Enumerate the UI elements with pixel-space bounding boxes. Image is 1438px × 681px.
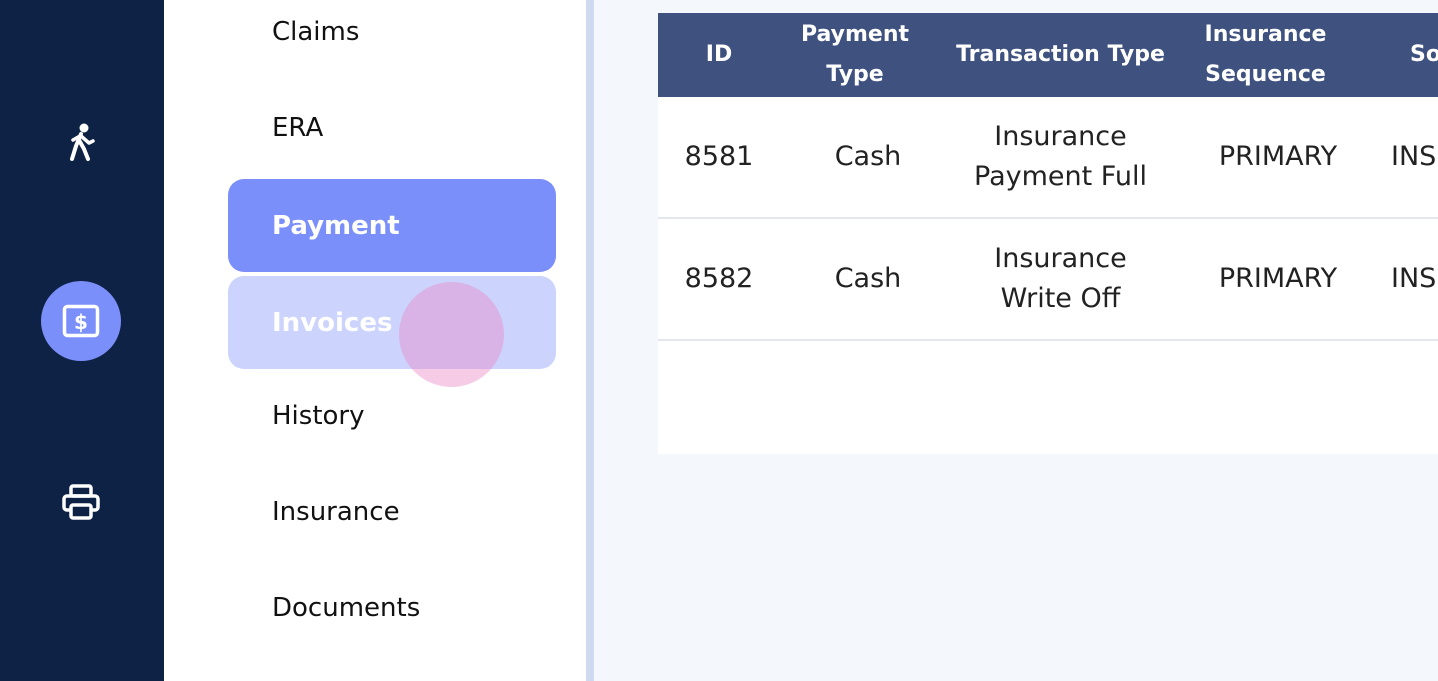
panel-divider <box>586 0 594 681</box>
menu-item-insurance[interactable]: Insurance <box>228 465 556 558</box>
printer-icon <box>62 484 100 520</box>
cell-insurance-sequence: PRIMARY <box>1218 141 1338 172</box>
cell-id: 8582 <box>684 263 754 294</box>
cell-source: INSU <box>1391 263 1438 294</box>
table-header: ID Payment Type Transaction Type Insuran… <box>658 13 1438 97</box>
menu-item-label: Claims <box>272 16 360 47</box>
cell-payment-type: Cash <box>834 141 902 172</box>
walking-person-icon <box>70 123 95 161</box>
menu-item-label: ERA <box>272 112 324 143</box>
cell-insurance-sequence: PRIMARY <box>1218 263 1338 294</box>
svg-text:$: $ <box>74 310 88 334</box>
column-header-id[interactable]: ID <box>658 13 780 97</box>
menu-item-claims[interactable]: Claims <box>228 0 556 78</box>
menu-item-label: History <box>272 400 365 431</box>
cell-id: 8581 <box>684 141 754 172</box>
column-header-insurance-sequence[interactable]: Insurance Sequence <box>1173 13 1358 97</box>
table-row[interactable]: 8582 Cash Insurance Write Off PRIMARY IN… <box>658 219 1438 341</box>
cell-transaction-type: Insurance Write Off <box>994 243 1127 314</box>
cell-source: INSU <box>1391 141 1438 172</box>
menu-item-payment[interactable]: Payment <box>228 179 556 272</box>
menu-item-label: Invoices <box>272 307 393 338</box>
column-header-payment-type[interactable]: Payment Type <box>770 13 940 97</box>
payments-table: ID Payment Type Transaction Type Insuran… <box>658 13 1438 454</box>
table-row[interactable]: 8581 Cash Insurance Payment Full PRIMARY… <box>658 97 1438 219</box>
menu-item-label: Payment <box>272 210 400 241</box>
main-content: ID Payment Type Transaction Type Insuran… <box>594 0 1438 681</box>
billing-button[interactable]: $ <box>41 281 121 361</box>
dollar-bill-icon: $ <box>62 304 100 338</box>
menu-item-era[interactable]: ERA <box>228 81 556 174</box>
print-button[interactable] <box>41 462 121 542</box>
menu-item-history[interactable]: History <box>228 369 556 462</box>
column-header-transaction-type[interactable]: Transaction Type <box>938 13 1183 97</box>
menu-item-label: Insurance <box>272 496 400 527</box>
menu-item-documents[interactable]: Documents <box>228 561 556 654</box>
patient-visit-button[interactable] <box>41 102 121 182</box>
menu-item-invoices[interactable]: Invoices <box>228 276 556 369</box>
cell-transaction-type: Insurance Payment Full <box>974 121 1147 192</box>
cell-payment-type: Cash <box>834 263 902 294</box>
icon-rail: $ <box>0 0 164 681</box>
billing-submenu: Claims ERA Payment Invoices History Insu… <box>164 0 586 681</box>
menu-item-label: Documents <box>272 592 421 623</box>
column-header-source[interactable]: So <box>1410 13 1438 97</box>
